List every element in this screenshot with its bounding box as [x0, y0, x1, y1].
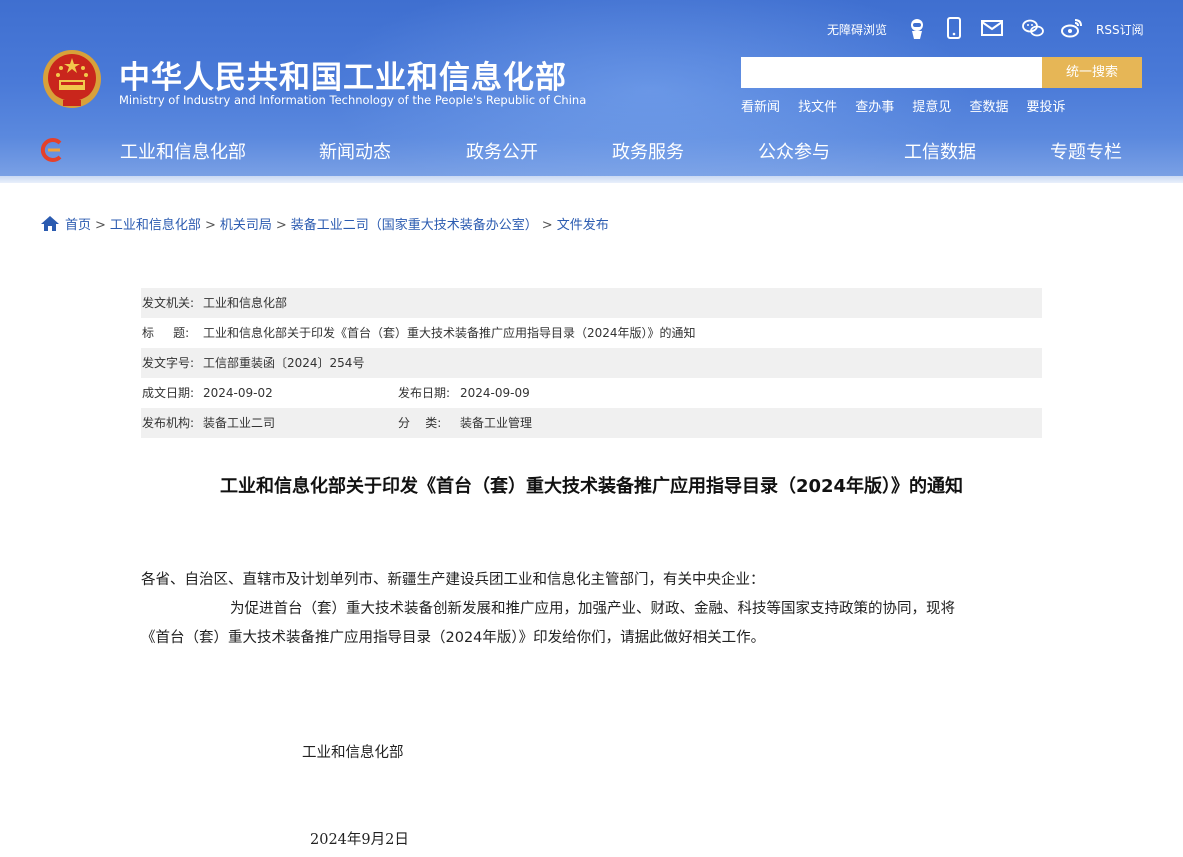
site-title[interactable]: 中华人民共和国工业和信息化部 — [119, 52, 567, 97]
info-row-agency: 发布机构: 装备工业二司 分 类: 装备工业管理 — [141, 408, 1042, 438]
breadcrumb-departments[interactable]: 机关司局 — [220, 218, 272, 233]
article-body-line-2: 《首台（套）重大技术装备推广应用指导目录（2024年版）》印发给你们，请据此做好… — [141, 630, 766, 646]
category-label: 分 类: — [398, 416, 442, 430]
breadcrumb-home[interactable]: 首页 — [65, 218, 91, 233]
main-nav: 工业和信息化部 新闻动态 政务公开 政务服务 公众参与 工信数据 专题专栏 — [0, 128, 1183, 172]
doc-number-label: 发文字号: — [142, 356, 195, 370]
written-date-value: 2024-09-02 — [203, 386, 273, 400]
article-body-line-1: 为促进首台（套）重大技术装备创新发展和推广应用，加强产业、财政、金融、科技等国家… — [230, 601, 955, 617]
breadcrumb-ministry[interactable]: 工业和信息化部 — [110, 218, 201, 233]
quick-link-services[interactable]: 查办事 — [855, 96, 894, 115]
header-bottom-band — [0, 176, 1183, 183]
search-button[interactable]: 统一搜索 — [1042, 57, 1142, 88]
signature-organization: 工业和信息化部 — [302, 745, 404, 761]
quick-link-documents[interactable]: 找文件 — [798, 96, 837, 115]
info-row-dates: 成文日期: 2024-09-02 发布日期: 2024-09-09 — [141, 378, 1042, 408]
nav-item-public-participation[interactable]: 公众参与 — [758, 138, 830, 164]
mail-icon[interactable] — [980, 16, 1004, 40]
site-title-english: Ministry of Industry and Information Tec… — [119, 93, 587, 107]
agency-value: 装备工业二司 — [203, 416, 276, 430]
info-row-issuer: 发文机关: 工业和信息化部 — [141, 288, 1042, 318]
wechat-icon[interactable] — [1021, 16, 1045, 40]
info-row-title: 标 题: 工业和信息化部关于印发《首台（套）重大技术装备推广应用指导目录（202… — [141, 318, 1042, 348]
home-icon[interactable] — [41, 216, 59, 231]
national-emblem-icon[interactable] — [41, 48, 103, 112]
category-value: 装备工业管理 — [460, 416, 533, 430]
robot-icon[interactable] — [905, 16, 929, 40]
nav-item-special-topics[interactable]: 专题专栏 — [1050, 138, 1122, 164]
document-info-table: 发文机关: 工业和信息化部 标 题: 工业和信息化部关于印发《首台（套）重大技术… — [141, 288, 1042, 438]
weibo-icon[interactable] — [1060, 16, 1084, 40]
published-date-value: 2024-09-09 — [460, 386, 530, 400]
site-header: 中华人民共和国工业和信息化部 Ministry of Industry and … — [0, 0, 1183, 183]
published-date-label: 发布日期: — [398, 386, 451, 400]
quick-link-news[interactable]: 看新闻 — [741, 96, 780, 115]
info-row-doc-number: 发文字号: 工信部重装函〔2024〕254号 — [141, 348, 1042, 378]
quick-link-complaint[interactable]: 要投诉 — [1027, 96, 1066, 115]
mobile-icon[interactable] — [942, 16, 966, 40]
breadcrumb-separator: > — [95, 218, 106, 233]
nav-item-data[interactable]: 工信数据 — [904, 138, 976, 164]
article-salutation: 各省、自治区、直辖市及计划单列市、新疆生产建设兵团工业和信息化主管部门，有关中央… — [141, 572, 765, 588]
nav-item-ministry[interactable]: 工业和信息化部 — [120, 138, 246, 164]
nav-item-government-affairs[interactable]: 政务公开 — [466, 138, 538, 164]
accessibility-link[interactable]: 无障碍浏览 — [827, 21, 887, 38]
quick-links: 看新闻 找文件 查办事 提意见 查数据 要投诉 — [741, 96, 1079, 115]
breadcrumb-department[interactable]: 装备工业二司（国家重大技术装备办公室） — [291, 218, 538, 233]
issuer-value: 工业和信息化部 — [203, 296, 288, 310]
title-value: 工业和信息化部关于印发《首台（套）重大技术装备推广应用指导目录（2024年版）》… — [203, 326, 696, 340]
quick-link-feedback[interactable]: 提意见 — [912, 96, 951, 115]
search-input[interactable] — [741, 57, 1043, 88]
title-label: 标 题: — [142, 326, 190, 340]
signature-date: 2024年9月2日 — [310, 832, 409, 848]
agency-label: 发布机构: — [142, 416, 195, 430]
breadcrumb-separator: > — [204, 218, 216, 233]
breadcrumb-separator: > — [275, 218, 287, 233]
written-date-label: 成文日期: — [142, 386, 195, 400]
breadcrumb: 首页 > 工业和信息化部 > 机关司局 > 装备工业二司（国家重大技术装备办公室） > 文件发布 — [41, 214, 609, 234]
rss-link[interactable]: RSS订阅 — [1096, 21, 1144, 38]
nav-item-services[interactable]: 政务服务 — [612, 138, 684, 164]
quick-link-data[interactable]: 查数据 — [969, 96, 1008, 115]
breadcrumb-documents[interactable]: 文件发布 — [557, 218, 609, 233]
article-title: 工业和信息化部关于印发《首台（套）重大技术装备推广应用指导目录（2024年版）》… — [219, 476, 964, 497]
ministry-logo-icon[interactable] — [40, 138, 66, 162]
nav-item-news[interactable]: 新闻动态 — [319, 138, 391, 164]
breadcrumb-separator: > — [541, 218, 553, 233]
issuer-label: 发文机关: — [142, 296, 195, 310]
doc-number-value: 工信部重装函〔2024〕254号 — [203, 356, 365, 370]
